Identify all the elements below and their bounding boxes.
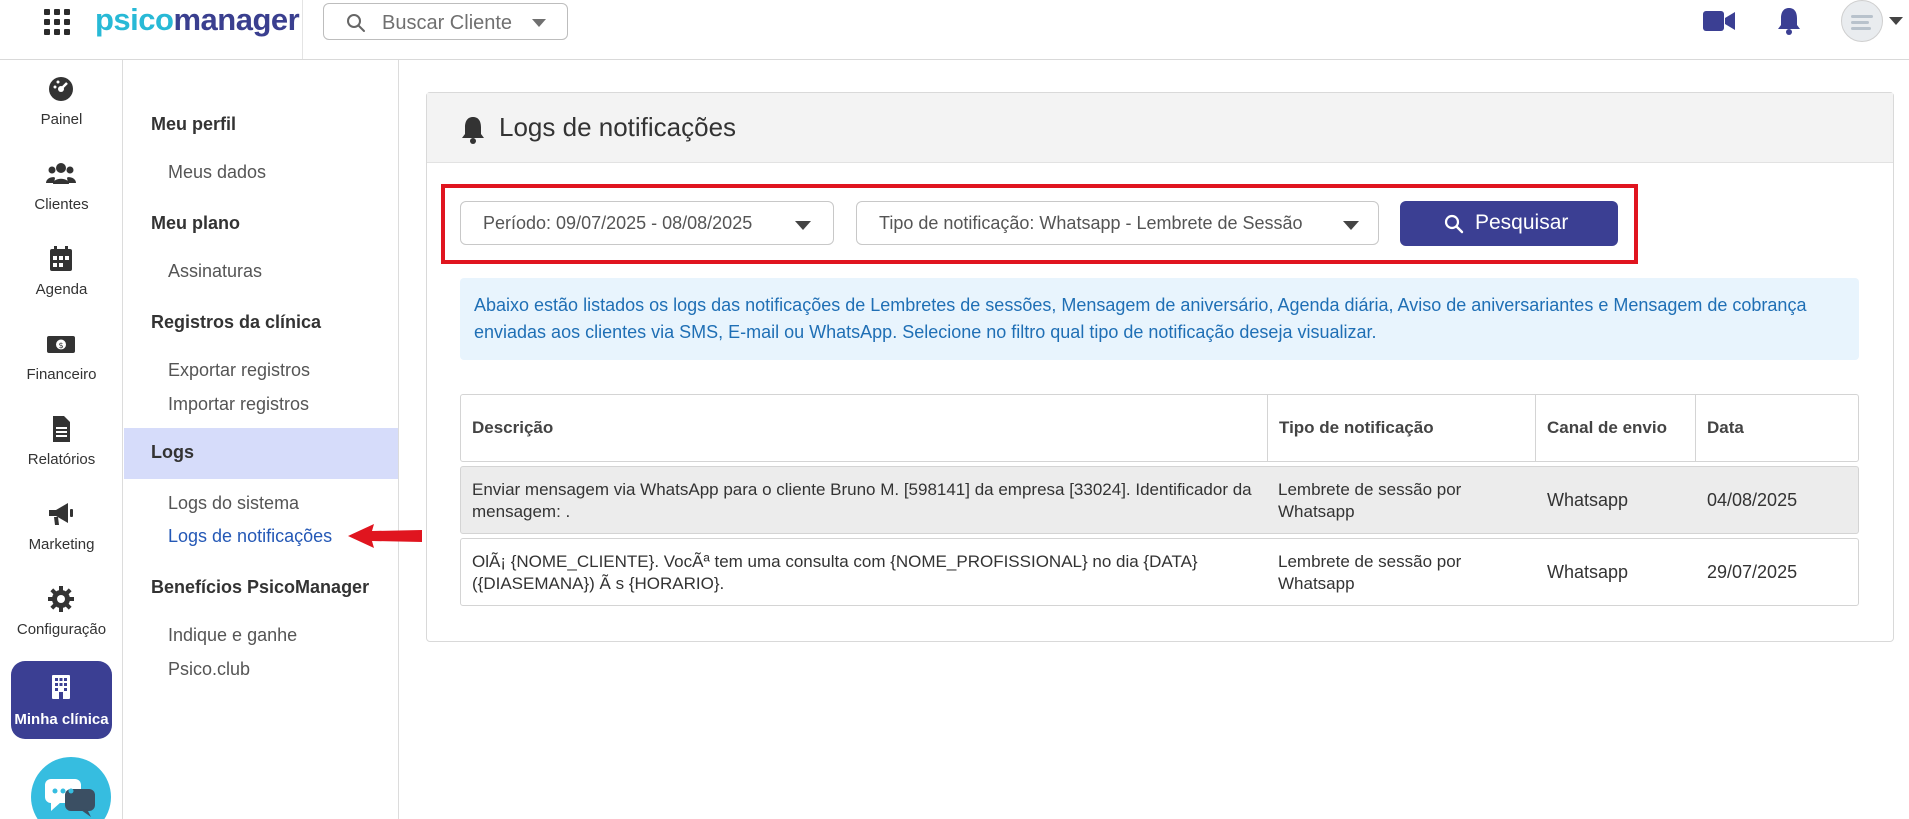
submenu-heading-logs: Logs [124, 428, 398, 479]
chevron-down-icon [532, 19, 546, 27]
dashboard-icon [49, 77, 73, 101]
submenu-link-assinaturas[interactable]: Assinaturas [168, 261, 262, 282]
nav-item-minha-clinica[interactable]: Minha clínica [11, 661, 112, 739]
chevron-down-icon [795, 221, 811, 230]
table-row[interactable]: Enviar mensagem via WhatsApp para o clie… [460, 466, 1859, 534]
svg-text:$: $ [58, 341, 63, 350]
gear-icon [48, 586, 74, 612]
users-icon [46, 163, 76, 184]
client-search-input[interactable]: Buscar Cliente [323, 3, 568, 40]
bell-icon [462, 117, 484, 144]
topbar-divider [302, 0, 303, 59]
cell-date: 29/07/2025 [1707, 562, 1798, 582]
cell-description: Enviar mensagem via WhatsApp para o clie… [472, 480, 1252, 521]
chat-support-button[interactable] [31, 757, 111, 819]
submenu-link-logs-notificacoes[interactable]: Logs de notificações [168, 526, 332, 547]
table-row[interactable]: OlÃ¡ {NOME_CLIENTE}. VocÃª tem uma consu… [460, 538, 1859, 606]
notifications-bell-icon[interactable] [1776, 6, 1802, 36]
chat-icon [45, 779, 95, 817]
page-title: Logs de notificações [499, 112, 737, 142]
submenu-link-psico-club[interactable]: Psico.club [168, 659, 250, 680]
cell-channel: Whatsapp [1547, 562, 1629, 582]
search-icon [347, 14, 365, 32]
nav-item-agenda[interactable]: Agenda [0, 230, 123, 310]
nav-item-relatorios[interactable]: Relatórios [0, 400, 123, 480]
user-avatar[interactable] [1841, 0, 1883, 42]
cell-description: OlÃ¡ {NOME_CLIENTE}. VocÃª tem uma consu… [472, 552, 1198, 593]
nav-item-painel[interactable]: Painel [0, 60, 123, 140]
submenu-link-importar[interactable]: Importar registros [168, 394, 309, 415]
cell-type: Lembrete de sessão por Whatsapp [1278, 480, 1462, 521]
submenu-heading-beneficios: Benefícios PsicoManager [151, 577, 370, 597]
column-header-descricao: Descrição [472, 418, 554, 437]
megaphone-icon [49, 503, 73, 525]
building-icon [52, 675, 70, 699]
submenu-link-exportar[interactable]: Exportar registros [168, 360, 310, 381]
cell-type: Lembrete de sessão por Whatsapp [1278, 552, 1462, 593]
psicomanager-logo[interactable]: psicomanager [95, 2, 300, 38]
search-icon [1444, 214, 1464, 234]
cell-channel: Whatsapp [1547, 490, 1629, 510]
table-header: Descrição Tipo de notificação Canal de e… [460, 394, 1859, 462]
notification-type-select[interactable]: Tipo de notificação: Whatsapp - Lembrete… [856, 201, 1379, 245]
money-icon: $ [47, 336, 75, 353]
red-arrow-annotation [348, 524, 422, 548]
top-bar: psicomanager Buscar Cliente [0, 0, 1909, 60]
column-header-tipo: Tipo de notificação [1267, 395, 1535, 461]
info-alert: Abaixo estão listados os logs das notifi… [460, 278, 1859, 360]
report-icon [53, 416, 70, 442]
clinic-submenu: Meu perfil Meus dados Meu plano Assinatu… [124, 60, 399, 819]
submenu-heading-registros: Registros da clínica [151, 312, 322, 332]
submenu-link-indique[interactable]: Indique e ganhe [168, 625, 297, 646]
submenu-heading-meu-perfil: Meu perfil [151, 114, 237, 134]
nav-item-configuracao[interactable]: Configuração [0, 570, 123, 650]
submenu-link-logs-sistema[interactable]: Logs do sistema [168, 493, 299, 514]
main-nav-rail: Painel Clientes Agenda $ Financeiro Rela… [0, 60, 123, 819]
column-header-canal: Canal de envio [1535, 395, 1695, 461]
nav-item-financeiro[interactable]: $ Financeiro [0, 315, 123, 395]
search-placeholder: Buscar Cliente [382, 12, 513, 34]
search-button[interactable]: Pesquisar [1400, 201, 1618, 246]
video-camera-icon[interactable] [1703, 10, 1735, 32]
apps-grid-icon[interactable] [44, 9, 70, 35]
chevron-down-icon[interactable] [1889, 17, 1903, 25]
period-filter-select[interactable]: Período: 09/07/2025 - 08/08/2025 [460, 201, 834, 245]
panel-header: Logs de notificações [427, 93, 1893, 163]
nav-item-clientes[interactable]: Clientes [0, 145, 123, 225]
cell-date: 04/08/2025 [1707, 490, 1798, 510]
submenu-link-meus-dados[interactable]: Meus dados [168, 162, 266, 183]
chevron-down-icon [1343, 221, 1359, 230]
submenu-heading-meu-plano: Meu plano [151, 213, 240, 233]
nav-item-marketing[interactable]: Marketing [0, 485, 123, 565]
calendar-icon [50, 246, 72, 271]
column-header-data: Data [1695, 395, 1858, 461]
